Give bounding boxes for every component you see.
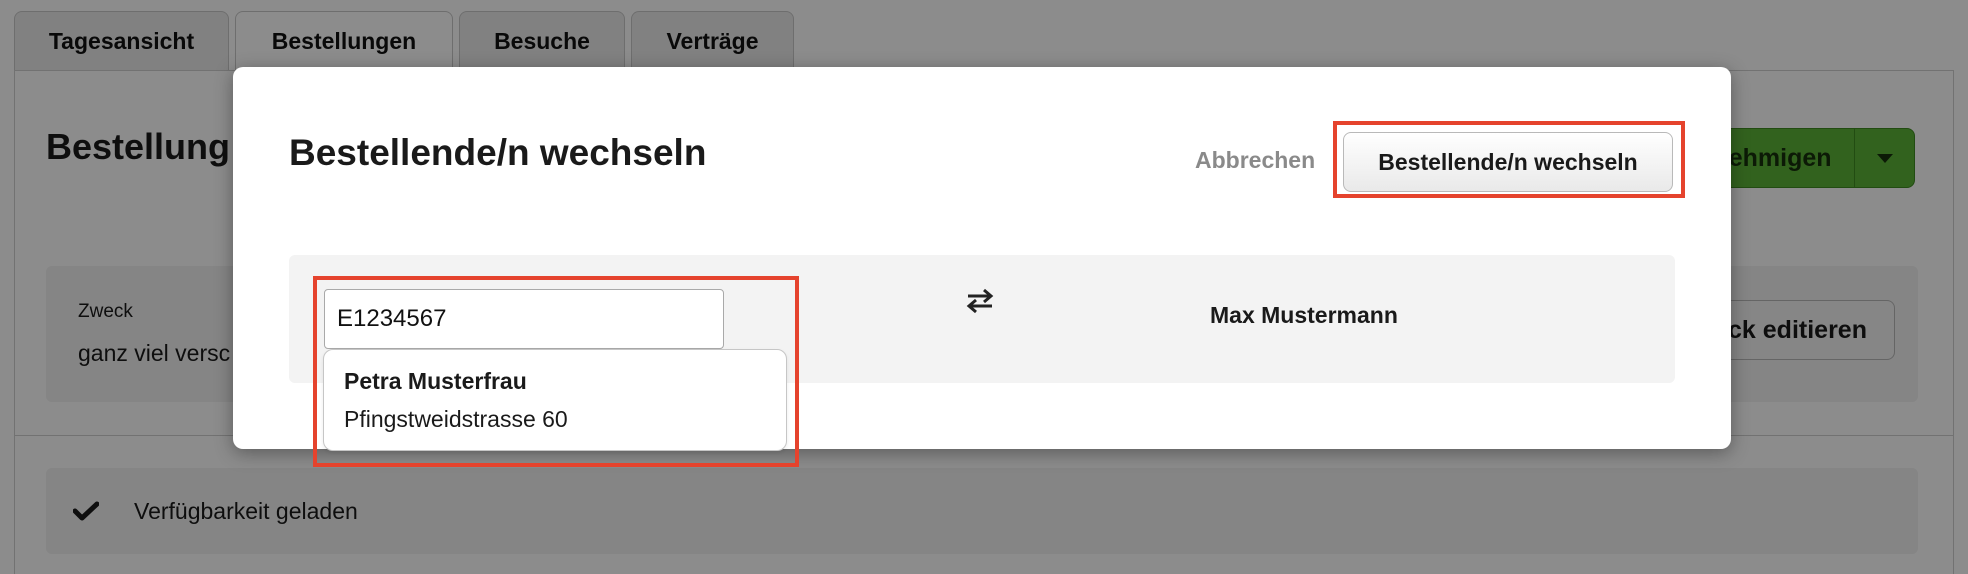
highlight-search-field (313, 276, 799, 467)
dialog-title: Bestellende/n wechseln (289, 132, 707, 173)
highlight-change-button (1333, 121, 1685, 198)
current-orderer-name: Max Mustermann (1210, 302, 1398, 328)
cancel-link[interactable]: Abbrechen (1195, 147, 1315, 174)
swap-arrows-icon (965, 287, 995, 315)
